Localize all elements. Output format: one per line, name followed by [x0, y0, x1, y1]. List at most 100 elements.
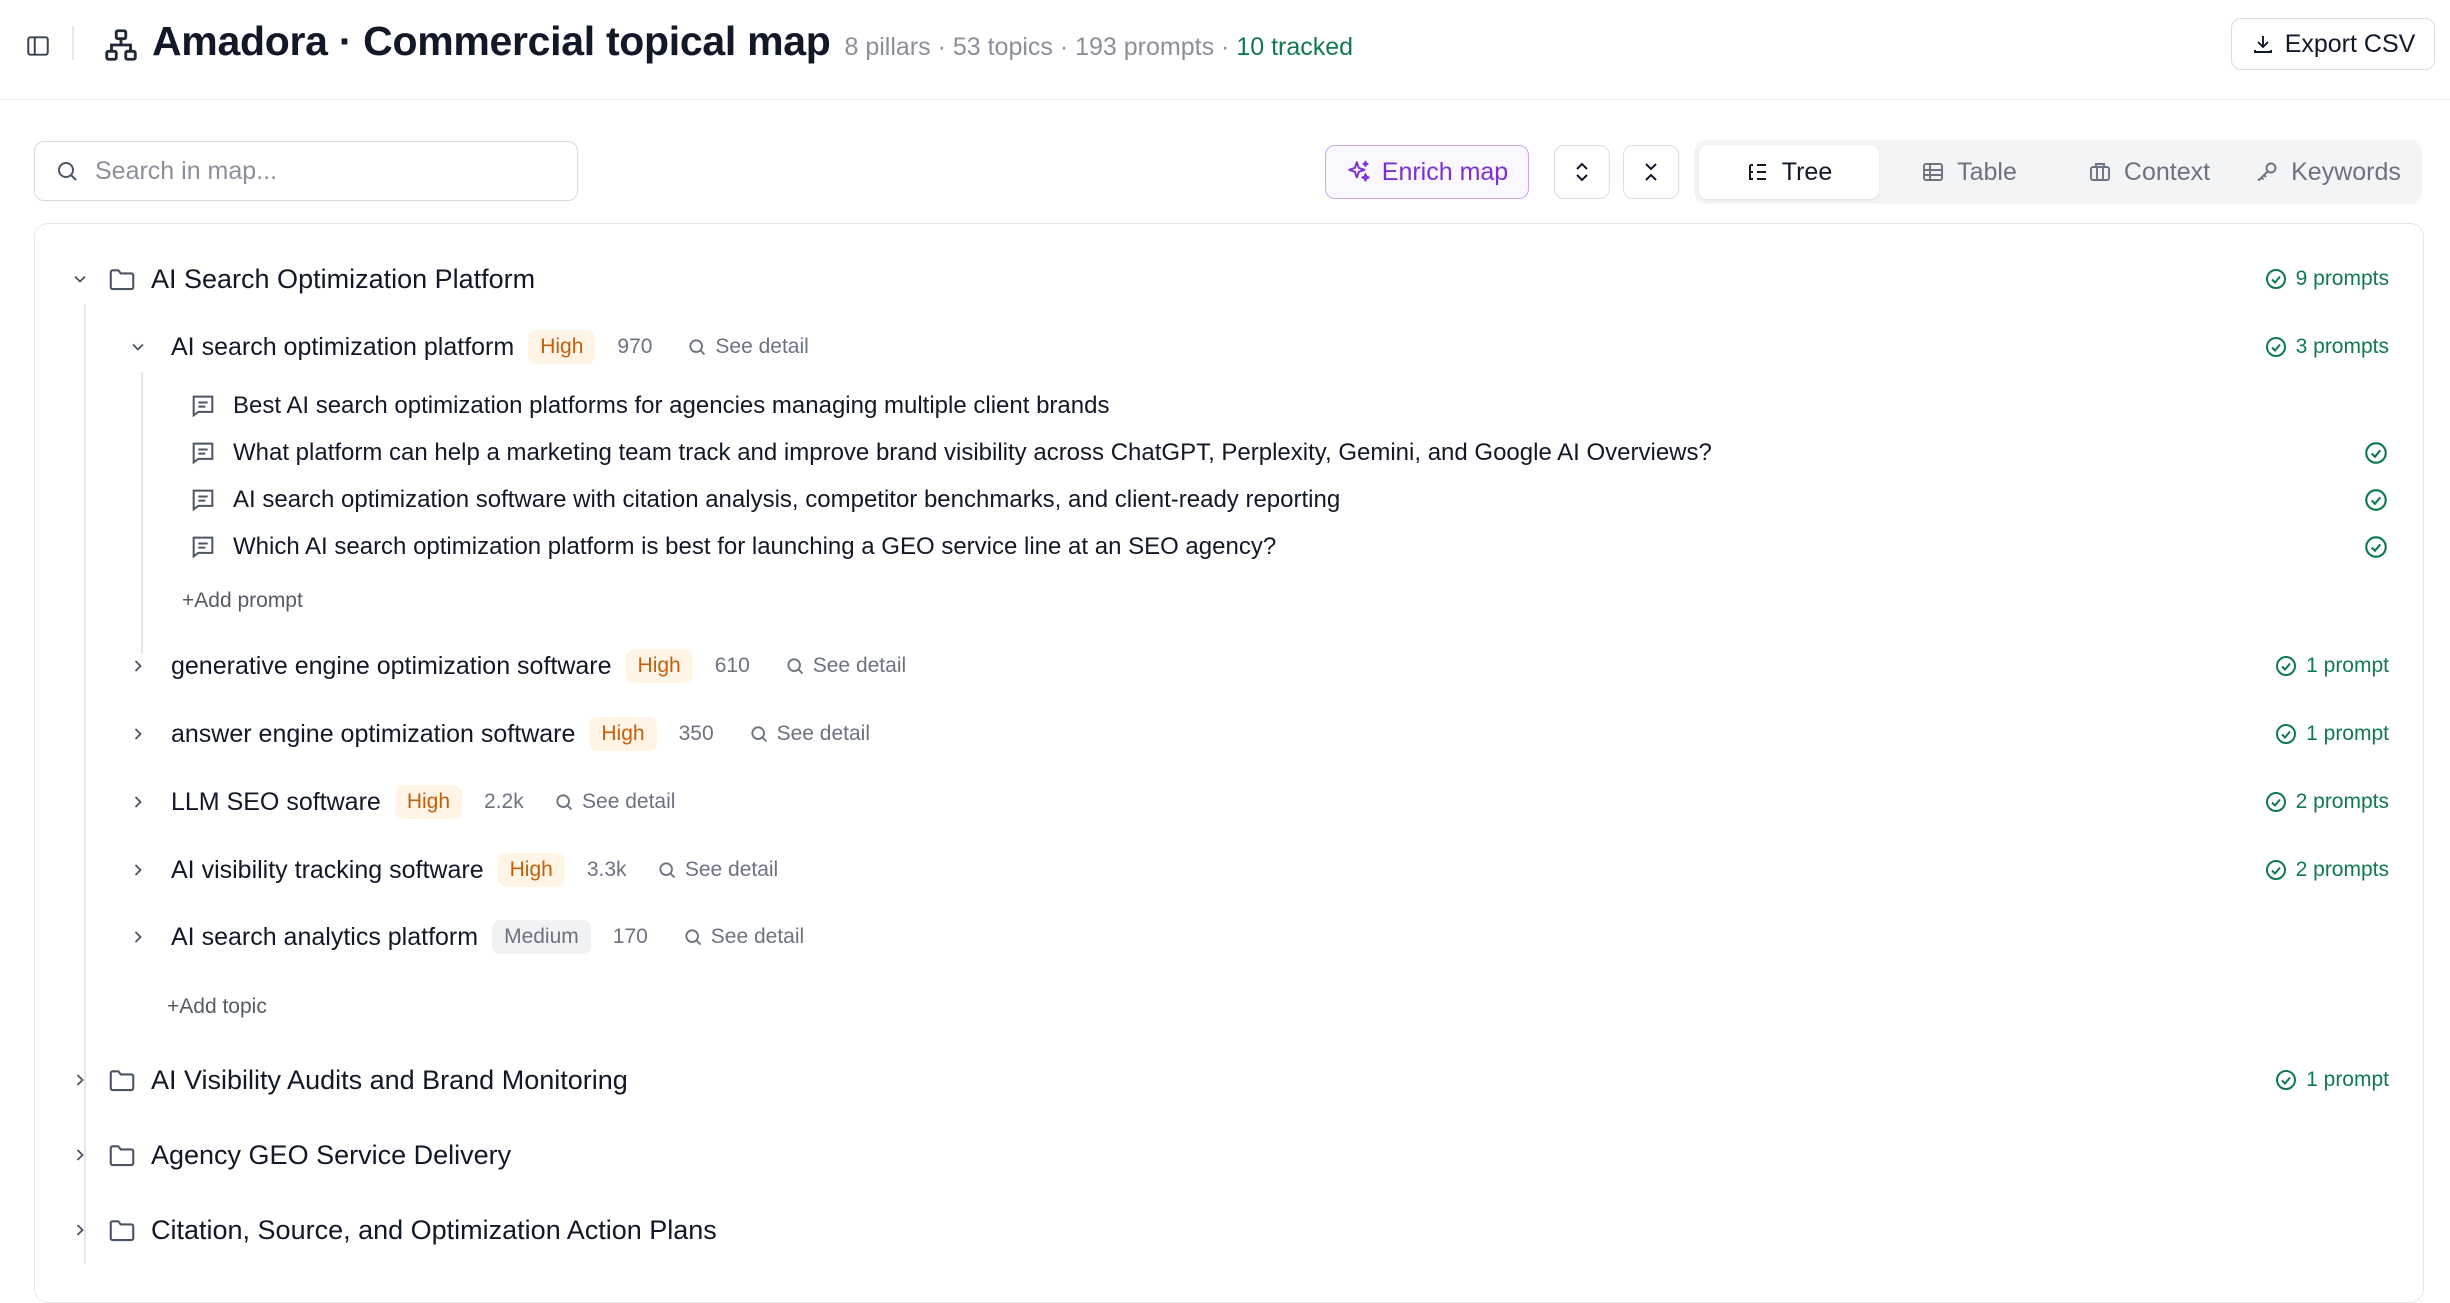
table-icon [1923, 163, 1944, 181]
tracked-count: 10 tracked [1236, 33, 1354, 61]
chevron-right-icon[interactable] [65, 1140, 95, 1170]
check-circle-icon [2265, 337, 2286, 357]
see-detail-link[interactable]: See detail [657, 858, 778, 882]
check-circle-icon [2276, 656, 2297, 676]
chevron-right-icon[interactable] [123, 787, 153, 817]
chevron-down-icon[interactable] [65, 264, 95, 294]
tab-table-label: Table [1957, 157, 2017, 186]
pillar-row[interactable]: Citation, Source, and Optimization Actio… [65, 1207, 717, 1253]
folder-icon [109, 1145, 135, 1167]
topic-row[interactable]: answer engine optimization software High… [123, 712, 870, 756]
tracked-check-icon [2365, 536, 2387, 558]
chevron-right-icon[interactable] [123, 719, 153, 749]
search-volume: 3.3k [586, 858, 627, 881]
topic-label: AI search analytics platform [171, 922, 479, 951]
pillar-row[interactable]: Agency GEO Service Delivery [65, 1132, 511, 1178]
topic-prompt-count: 2 prompts [2264, 790, 2389, 814]
enrich-map-button[interactable]: Enrich map [1325, 145, 1529, 199]
search-icon [58, 162, 77, 181]
chevron-right-icon[interactable] [123, 651, 153, 681]
pillar-guide-line [84, 304, 86, 1264]
pillar-count-label: 9 prompts [2295, 267, 2389, 290]
search-icon [556, 794, 573, 811]
header-divider [72, 26, 74, 60]
prompt-row[interactable]: What platform can help a marketing team … [189, 435, 1712, 471]
page-header: Amadora · Commercial topical map 8 pilla… [0, 0, 2450, 100]
key-icon [2257, 162, 2277, 182]
search-icon [689, 339, 706, 356]
topic-label: AI visibility tracking software [171, 855, 484, 884]
prompt-row[interactable]: AI search optimization software with cit… [189, 482, 1340, 518]
topic-guide-line [141, 372, 143, 654]
prompt-row[interactable]: Which AI search optimization platform is… [189, 529, 1276, 565]
export-csv-label: Export CSV [2284, 29, 2416, 58]
prompt-text: Which AI search optimization platform is… [233, 533, 1277, 560]
topic-count-label: 1 prompt [2306, 722, 2389, 745]
see-detail-label: See detail [582, 790, 676, 813]
check-circle-icon [2265, 269, 2286, 289]
prompt-text: What platform can help a marketing team … [233, 439, 1712, 466]
see-detail-link[interactable]: See detail [687, 335, 809, 359]
search-icon [685, 929, 701, 946]
search-volume: 970 [617, 335, 653, 358]
tab-tree[interactable]: Tree [1699, 145, 1879, 199]
tracked-check-icon [2365, 489, 2387, 511]
enrich-map-label: Enrich map [1381, 157, 1509, 186]
pillar-label: AI Visibility Audits and Brand Monitorin… [151, 1064, 628, 1095]
see-detail-link[interactable]: See detail [554, 790, 675, 814]
search-volume: 170 [612, 925, 648, 948]
message-square-icon [192, 489, 214, 512]
pillar-label: Citation, Source, and Optimization Actio… [151, 1214, 717, 1245]
topic-row[interactable]: LLM SEO software High 2.2k See detail [123, 780, 675, 824]
view-switcher: Tree Table Context Keywords [1694, 140, 2422, 204]
topic-row[interactable]: AI search analytics platform Medium 170 … [123, 915, 804, 959]
sparkles-icon [1348, 160, 1370, 182]
priority-badge: High [528, 330, 596, 364]
topic-label: answer engine optimization software [171, 719, 576, 748]
pillar-row[interactable]: AI Search Optimization Platform [65, 256, 535, 302]
chevron-right-icon[interactable] [65, 1215, 95, 1245]
folder-icon [109, 1070, 135, 1092]
topic-row[interactable]: generative engine optimization software … [123, 644, 906, 688]
search-volume: 2.2k [484, 790, 524, 813]
pillar-row[interactable]: AI Visibility Audits and Brand Monitorin… [65, 1057, 628, 1103]
folder-icon [109, 1220, 135, 1242]
check-circle-icon [2276, 1070, 2297, 1090]
collapse-all-button[interactable] [1623, 145, 1679, 199]
tab-keywords[interactable]: Keywords [2239, 145, 2417, 199]
topic-prompt-count: 1 prompt [2274, 722, 2389, 746]
add-prompt-link[interactable]: +Add prompt [182, 589, 303, 613]
search-icon [787, 658, 803, 675]
message-square-icon [192, 536, 214, 559]
see-detail-label: See detail [776, 722, 870, 745]
topic-row[interactable]: AI search optimization platform High 970… [123, 325, 809, 369]
add-topic-link[interactable]: +Add topic [167, 995, 267, 1019]
tab-context[interactable]: Context [2059, 145, 2239, 199]
see-detail-link[interactable]: See detail [749, 722, 870, 746]
pillar-prompt-count: 1 prompt [2274, 1068, 2389, 1092]
prompt-row[interactable]: Best AI search optimization platforms fo… [189, 388, 1109, 424]
tab-tree-label: Tree [1781, 157, 1833, 186]
chevron-right-icon[interactable] [123, 922, 153, 952]
topic-row[interactable]: AI visibility tracking software High 3.3… [123, 848, 778, 892]
tab-table[interactable]: Table [1879, 145, 2059, 199]
chevron-down-icon[interactable] [123, 332, 153, 362]
topic-prompt-count: 3 prompts [2264, 335, 2389, 359]
topic-label: LLM SEO software [171, 787, 381, 816]
chevron-right-icon[interactable] [123, 855, 153, 885]
see-detail-label: See detail [710, 925, 805, 948]
page-title: Amadora · Commercial topical map [152, 18, 831, 64]
expand-all-button[interactable] [1554, 145, 1610, 199]
check-circle-icon [2265, 860, 2286, 880]
export-csv-button[interactable]: Export CSV [2231, 18, 2435, 70]
priority-badge: Medium [492, 920, 591, 954]
search-box[interactable] [34, 141, 578, 201]
pillar-count-label: 1 prompt [2306, 1068, 2389, 1091]
see-detail-link[interactable]: See detail [785, 654, 906, 678]
see-detail-link[interactable]: See detail [683, 925, 804, 949]
see-detail-label: See detail [812, 654, 907, 677]
search-input[interactable] [95, 156, 535, 186]
title-row: Amadora · Commercial topical map 8 pilla… [152, 18, 1353, 74]
chevron-right-icon[interactable] [65, 1065, 95, 1095]
sidebar-toggle-icon[interactable] [20, 28, 56, 64]
